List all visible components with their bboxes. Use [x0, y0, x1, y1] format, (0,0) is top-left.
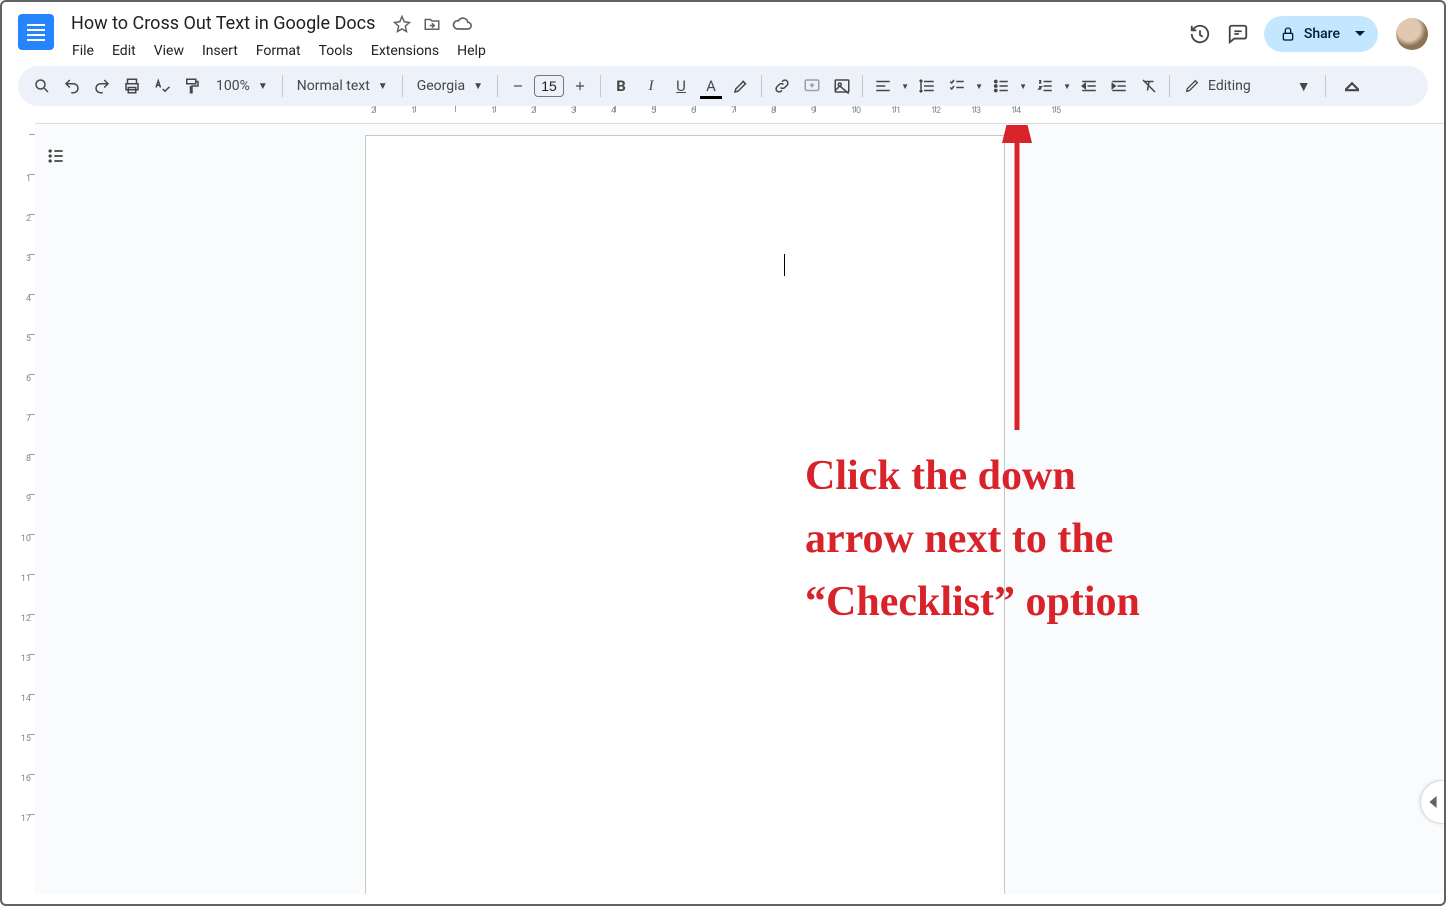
clear-formatting-button[interactable] [1135, 72, 1163, 100]
move-icon[interactable] [422, 14, 442, 34]
font-combo[interactable]: Georgia ▼ [409, 78, 491, 94]
style-value: Normal text [297, 78, 370, 94]
align-dropdown[interactable]: ▼ [899, 72, 911, 100]
insert-image-button[interactable] [828, 72, 856, 100]
bold-button[interactable]: B [607, 72, 635, 100]
menu-insert[interactable]: Insert [194, 39, 246, 63]
numbered-list-dropdown[interactable]: ▼ [1061, 72, 1073, 100]
redo-button[interactable] [88, 72, 116, 100]
italic-button[interactable]: I [637, 72, 665, 100]
annotation-text: Click the down arrow next to the “Checkl… [805, 445, 1175, 634]
decrease-font-button[interactable] [504, 72, 532, 100]
menu-help[interactable]: Help [449, 39, 494, 63]
zoom-value: 100% [216, 78, 250, 94]
chevron-down-icon: ▼ [473, 81, 483, 92]
insert-link-button[interactable] [768, 72, 796, 100]
title-bar: How to Cross Out Text in Google Docs Fil… [2, 2, 1444, 66]
menu-format[interactable]: Format [248, 39, 309, 63]
chevron-down-icon: ▼ [1297, 78, 1311, 95]
document-title-input[interactable]: How to Cross Out Text in Google Docs [64, 10, 382, 37]
bulleted-list-dropdown[interactable]: ▼ [1017, 72, 1029, 100]
menu-file[interactable]: File [64, 39, 102, 63]
menu-tools[interactable]: Tools [311, 39, 361, 63]
menu-view[interactable]: View [146, 39, 192, 63]
horizontal-ruler[interactable]: 21123456789101112131415 [2, 106, 1444, 124]
zoom-combo[interactable]: 100% ▼ [208, 78, 276, 94]
history-icon[interactable] [1188, 22, 1212, 46]
line-spacing-button[interactable] [913, 72, 941, 100]
search-button[interactable] [28, 72, 56, 100]
numbered-list-button[interactable] [1031, 72, 1059, 100]
editing-mode-combo[interactable]: Editing ▼ [1176, 78, 1319, 95]
share-dropdown[interactable] [1348, 16, 1372, 52]
document-canvas[interactable]: Click the down arrow next to the “Checkl… [35, 124, 1444, 894]
underline-button[interactable]: U [667, 72, 695, 100]
title-block: How to Cross Out Text in Google Docs Fil… [64, 10, 494, 63]
document-outline-button[interactable] [42, 142, 70, 170]
share-button[interactable]: Share [1264, 16, 1378, 52]
text-color-button[interactable]: A [697, 72, 725, 100]
print-button[interactable] [118, 72, 146, 100]
editing-mode-label: Editing [1208, 78, 1251, 94]
menu-edit[interactable]: Edit [104, 39, 144, 63]
share-label: Share [1304, 26, 1340, 42]
pencil-icon [1184, 78, 1200, 94]
cloud-status-icon[interactable] [452, 14, 472, 34]
toolbar: 100% ▼ Normal text ▼ Georgia ▼ B I U A ▼ [18, 66, 1428, 106]
vertical-ruler[interactable]: 1234567891011121314151617 [2, 124, 35, 894]
side-panel-toggle[interactable] [1420, 780, 1444, 824]
chevron-down-icon: ▼ [378, 81, 388, 92]
bulleted-list-button[interactable] [987, 72, 1015, 100]
menu-extensions[interactable]: Extensions [363, 39, 447, 63]
docs-logo-icon[interactable] [18, 14, 54, 50]
menu-bar: File Edit View Insert Format Tools Exten… [64, 39, 494, 63]
increase-font-button[interactable] [566, 72, 594, 100]
font-value: Georgia [417, 78, 465, 94]
highlight-button[interactable] [727, 72, 755, 100]
decrease-indent-button[interactable] [1075, 72, 1103, 100]
header-right: Share [1188, 16, 1428, 52]
paragraph-style-combo[interactable]: Normal text ▼ [289, 78, 396, 94]
text-cursor [784, 254, 785, 276]
font-size-input[interactable] [534, 75, 564, 97]
paint-format-button[interactable] [178, 72, 206, 100]
collapse-toolbar-button[interactable] [1338, 72, 1366, 100]
spellcheck-button[interactable] [148, 72, 176, 100]
checklist-dropdown[interactable]: ▼ [973, 72, 985, 100]
lock-icon [1280, 26, 1296, 42]
comments-icon[interactable] [1226, 22, 1250, 46]
star-icon[interactable] [392, 14, 412, 34]
chevron-down-icon: ▼ [258, 81, 268, 92]
align-button[interactable] [869, 72, 897, 100]
add-comment-button[interactable] [798, 72, 826, 100]
undo-button[interactable] [58, 72, 86, 100]
checklist-button[interactable] [943, 72, 971, 100]
increase-indent-button[interactable] [1105, 72, 1133, 100]
account-avatar[interactable] [1396, 18, 1428, 50]
